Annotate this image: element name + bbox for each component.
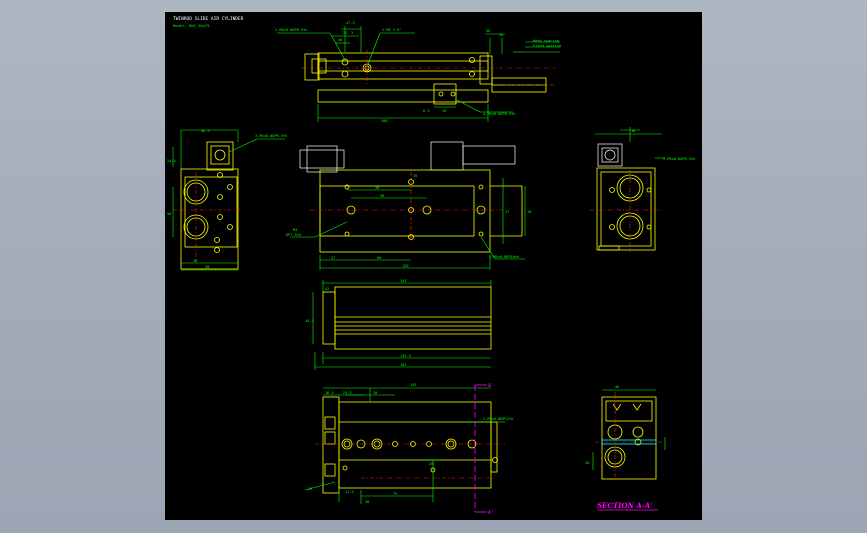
front-callout-left-2: DP7.5th (286, 233, 301, 237)
front-view: 50 30 18 27 60 120 37 35 M4 DP7.5th 2-M5… (286, 141, 531, 270)
top-callout-right-1: Head spacing (533, 39, 559, 43)
section-marker-a-prime: A' (488, 510, 494, 516)
dim-bottom-8: 28 (365, 500, 369, 504)
dim-bottom-1: 23.5 (343, 391, 352, 395)
dim-front-4: 60 (377, 256, 381, 260)
left-callout: 3-M4x0.6DP6.5th (255, 134, 287, 138)
top-callout-left: 2-M4x0.6DP6.5th (275, 28, 307, 32)
dim-bottom-5: 20 (429, 462, 433, 466)
dim-top-4: 40 (486, 29, 490, 33)
section-marker-a: A (488, 383, 491, 389)
right-view: 10 2-M5x0.8DP6.5th (590, 127, 695, 252)
dim-top-3: 3 (351, 31, 353, 35)
left-view: 46.5 24.4 50 18 30 3-M4x0.6DP6.5th (167, 129, 287, 271)
top-callout-right-2: Fixed spacing (533, 44, 561, 48)
dim-front-2: 18 (527, 210, 531, 214)
dim-bottom-7: 39 (308, 487, 312, 491)
cad-drawing-viewport[interactable]: TWINROD SLIDE AIR CYLINDER Model: MXS 20… (165, 12, 702, 520)
drawing-model: Model: MXS 20x75 (173, 23, 210, 28)
dim-top-2: 40 (338, 38, 342, 42)
section-title: SECTION A-A' (597, 501, 652, 510)
section-view: 46 20 SECTION A-A' (585, 385, 666, 511)
dim-left-4: 30 (205, 265, 209, 269)
dim-left-1: 24.4 (167, 159, 176, 163)
dim-bottom-6: 11.5 (345, 490, 354, 494)
dim-section-0: 46 (615, 385, 619, 389)
dim-left-2: 50 (167, 212, 171, 216)
dim-side-1: 42 (325, 287, 329, 291)
dim-side-4: 181 (400, 363, 407, 367)
dim-front-6: 37 (505, 210, 509, 214)
dim-front-7: 35 (413, 174, 417, 178)
top-view: 2-M4x0.6DP6.5th 2-M5 Y.6" Head spacing F… (275, 21, 561, 123)
dim-front-5: 120 (402, 264, 409, 268)
title-block: TWINROD SLIDE AIR CYLINDER Model: MXS 20… (173, 16, 244, 28)
front-callout-left-1: M4 (293, 228, 297, 232)
dim-side-0: 147 (400, 279, 407, 283)
dim-side-2: 44.3 (305, 319, 314, 323)
drawing-title: TWINROD SLIDE AIR CYLINDER (173, 16, 244, 22)
dim-front-3: 27 (331, 256, 335, 260)
dim-left-3: 18 (193, 259, 197, 263)
side-view: 147 42 44.3 145.5 181 (305, 279, 492, 370)
dim-bottom-3: 145 (410, 383, 417, 387)
bottom-view: 16.5 23.5 30 145 75 20 11.5 39 28 2-M5x0… (304, 383, 513, 516)
cad-drawing: TWINROD SLIDE AIR CYLINDER Model: MXS 20… (167, 16, 695, 516)
dim-top-1: 22 (343, 31, 347, 35)
dim-section-1: 20 (585, 461, 589, 465)
dim-right-0: 10 (631, 129, 635, 133)
dim-front-0: 50 (380, 194, 384, 198)
dim-top-7: 20 (442, 109, 446, 113)
dim-bottom-0: 16.5 (325, 391, 334, 395)
dim-side-3: 145.5 (400, 354, 411, 358)
front-callout-bottom: 2-M5x0.8DP10th (489, 255, 519, 259)
dim-bottom-4: 75 (393, 492, 397, 496)
right-callout: 2-M5x0.8DP6.5th (663, 157, 695, 161)
dim-top-5: 12 (499, 33, 503, 37)
dim-left-0: 46.5 (201, 129, 210, 133)
dim-top-0: 47.5 (346, 21, 355, 25)
top-callout-bottom: 4-M4x0.6DP6.5th (483, 112, 515, 116)
dim-front-1: 30 (375, 186, 379, 190)
dim-top-6: 6.3 (423, 109, 430, 113)
dim-top-8: 108 (381, 119, 388, 123)
dim-bottom-2: 30 (373, 391, 377, 395)
bottom-callout: 2-M5x0.8DP12th (483, 417, 513, 421)
top-callout-center: 2-M5 Y.6" (382, 28, 401, 32)
